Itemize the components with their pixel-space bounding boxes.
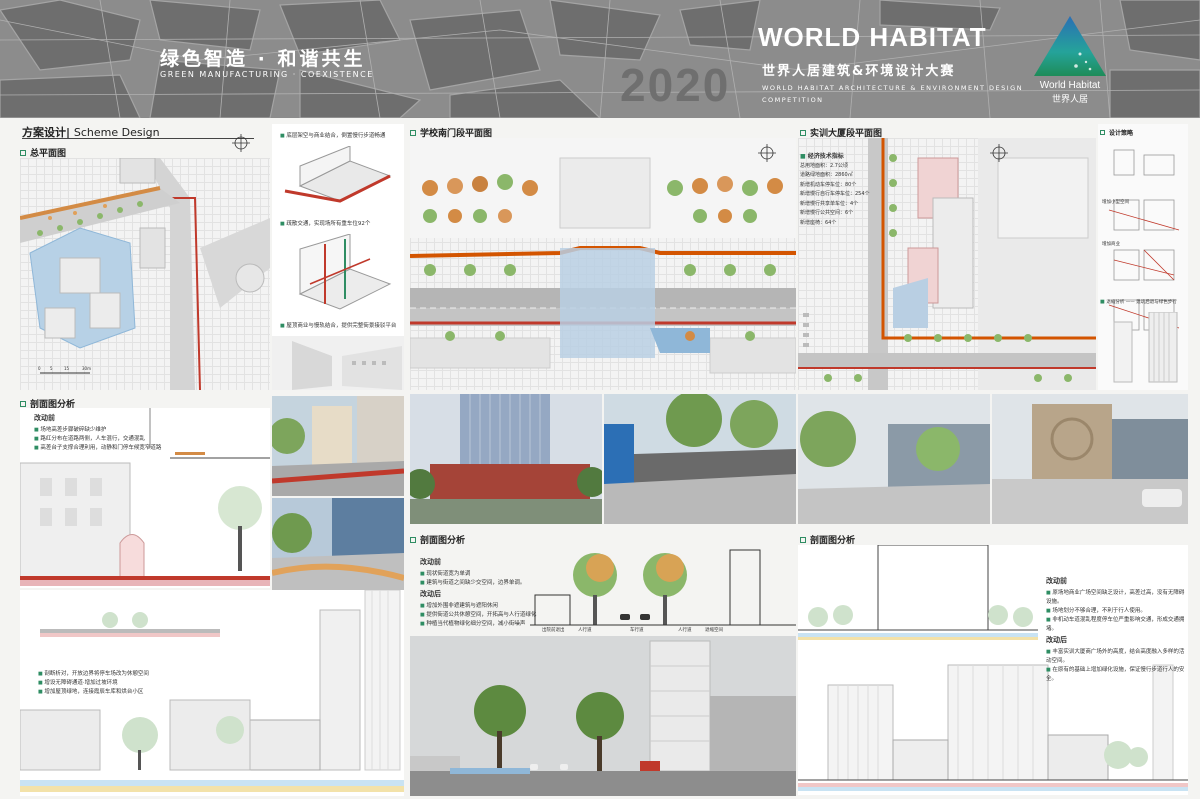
left-section-upper: 改动前 场地高差步骤破碎缺少维护 路红分布在道路两侧，人车混行，交通混乱 高差台… xyxy=(20,408,270,588)
stats-row: 新增慢行公共空间：6个 xyxy=(800,210,854,216)
square-bullet-icon xyxy=(1100,130,1105,135)
school-south-plan-svg xyxy=(410,138,796,374)
diagram-building-iso-2 xyxy=(298,234,392,310)
poster-title: 绿色智造 · 和谐共生 xyxy=(160,48,366,70)
left-section-drawing xyxy=(20,408,270,586)
section-title-design-strategy: 设计策略 xyxy=(1100,128,1133,137)
diagram-street-perspective xyxy=(272,336,404,390)
stats-row: 新增慢行共享单车位：4个 xyxy=(800,200,859,207)
right-section-notes: 改动前 原场地商业广场空间缺乏设计，高差过高，没有无障碍设施。 场地划分不够合理… xyxy=(1046,575,1186,684)
logo-text-cn: 世界人居 xyxy=(1051,95,1088,105)
mid-label: 车行道 xyxy=(630,628,644,633)
square-bullet-icon xyxy=(800,537,806,543)
north-arrow-icon xyxy=(232,134,250,152)
scale-5: 5 xyxy=(50,366,53,371)
mid-label: 人行道 xyxy=(578,628,592,633)
master-plan-diagrams: 底层架空与商业结合，倒置慢行步道畅通 疏散交通，实现场所有重车位92个 屋顶商业… xyxy=(272,124,404,390)
mid-section-drawing xyxy=(530,549,796,626)
design-strategy-column: 设计策略 增加小型空间 增加商业 退缩分析 —— 建筑后退与绿色步行 xyxy=(1098,124,1188,390)
poster-header: 绿色智造 · 和谐共生 GREEN MANUFACTURING · COEXIS… xyxy=(0,0,1200,118)
square-bullet-icon xyxy=(20,401,26,407)
setback-diagram xyxy=(1113,312,1178,383)
competition-title: WORLD HABITAT xyxy=(758,22,987,52)
stats-row: 新增慢行自行车停车位：254个 xyxy=(800,191,870,197)
square-bullet-icon xyxy=(800,130,806,136)
poster-subtitle: GREEN MANUFACTURING · COEXISTENCE xyxy=(160,70,374,79)
mid-section-render xyxy=(410,636,796,796)
scale-0: 0 xyxy=(38,366,41,371)
mid-section-notes: 改动前 现状街道宽为单调 建筑与街道之间缺少交空间，边界单调。 改动后 增加外围… xyxy=(420,556,538,629)
note-traffic: 疏散交通，实现场所有重车位92个 xyxy=(280,220,404,229)
north-arrow-icon xyxy=(758,144,776,162)
photo-street-before xyxy=(272,396,404,496)
stats-row: 新增机动车停车位：80个 xyxy=(800,181,857,188)
diagram-building-iso-1 xyxy=(284,146,392,203)
competition-title-en: WORLD HABITAT ARCHITECTURE & ENVIRONMENT… xyxy=(762,84,1024,104)
mid-label: 出院前退出 xyxy=(542,628,565,633)
mid-label: 人行道 xyxy=(678,628,692,633)
divider xyxy=(22,138,254,139)
mid-label: 退缩空间 xyxy=(705,628,723,633)
north-arrow-icon xyxy=(990,144,1008,162)
render-training-plaza xyxy=(798,394,990,524)
economic-indicators: 经济技术指标 总用地面积：2.7公顷 道路绿地面积：2860㎡ 新增机动车停车位… xyxy=(800,152,870,228)
section-title-mid-section: 剖面图分析 xyxy=(410,533,465,546)
left-after-notes: 剖断析对，开放边界将停车场改为休憩空间 增设无障碍通道·增加过坡环境 增加屋顶绿… xyxy=(38,670,258,697)
stats-row: 道路绿地面积：2860㎡ xyxy=(800,172,853,178)
photo-street-after xyxy=(272,498,404,590)
master-plan-svg: 0 5 15 30m xyxy=(20,158,270,390)
right-section-panel: 改动前 原场地商业广场空间缺乏设计，高差过高，没有无障碍设施。 场地划分不够合理… xyxy=(798,545,1188,795)
render-training-entrance xyxy=(992,394,1188,524)
stats-heading: 经济技术指标 xyxy=(800,152,870,162)
square-bullet-icon xyxy=(410,130,416,136)
stats-row: 新增座椅：64个 xyxy=(800,219,837,226)
strategy-note: 增加小型空间 xyxy=(1102,200,1129,205)
left-section-lower: 剖断析对，开放边界将停车场改为休憩空间 增设无障碍通道·增加过坡环境 增加屋顶绿… xyxy=(20,590,404,796)
competition-title-cn: 世界人居建筑&环境设计大赛 xyxy=(762,64,956,79)
render-school-gate xyxy=(410,394,602,524)
square-bullet-icon xyxy=(20,150,26,156)
logo-text: World Habitat xyxy=(1039,80,1101,91)
scale-30: 30m xyxy=(82,366,91,371)
master-plan-drawing: 0 5 15 30m xyxy=(20,158,270,390)
stats-row: 总用地面积：2.7公顷 xyxy=(800,162,848,169)
note-ground-floor: 底层架空与商业结合，倒置慢行步道畅通 xyxy=(280,132,404,141)
scale-15: 15 xyxy=(64,366,70,371)
strategy-note: 增加商业 xyxy=(1102,242,1120,247)
note-roof: 屋顶商业与慢轨结合，提供完整街景接驳平台 xyxy=(280,322,404,331)
strategy-note: 退缩分析 —— 建筑后退与绿色步行 xyxy=(1100,298,1188,307)
school-south-plan xyxy=(410,138,796,390)
square-bullet-icon xyxy=(410,537,416,543)
year-watermark: 2020 xyxy=(620,59,731,111)
render-plaza xyxy=(604,394,796,524)
